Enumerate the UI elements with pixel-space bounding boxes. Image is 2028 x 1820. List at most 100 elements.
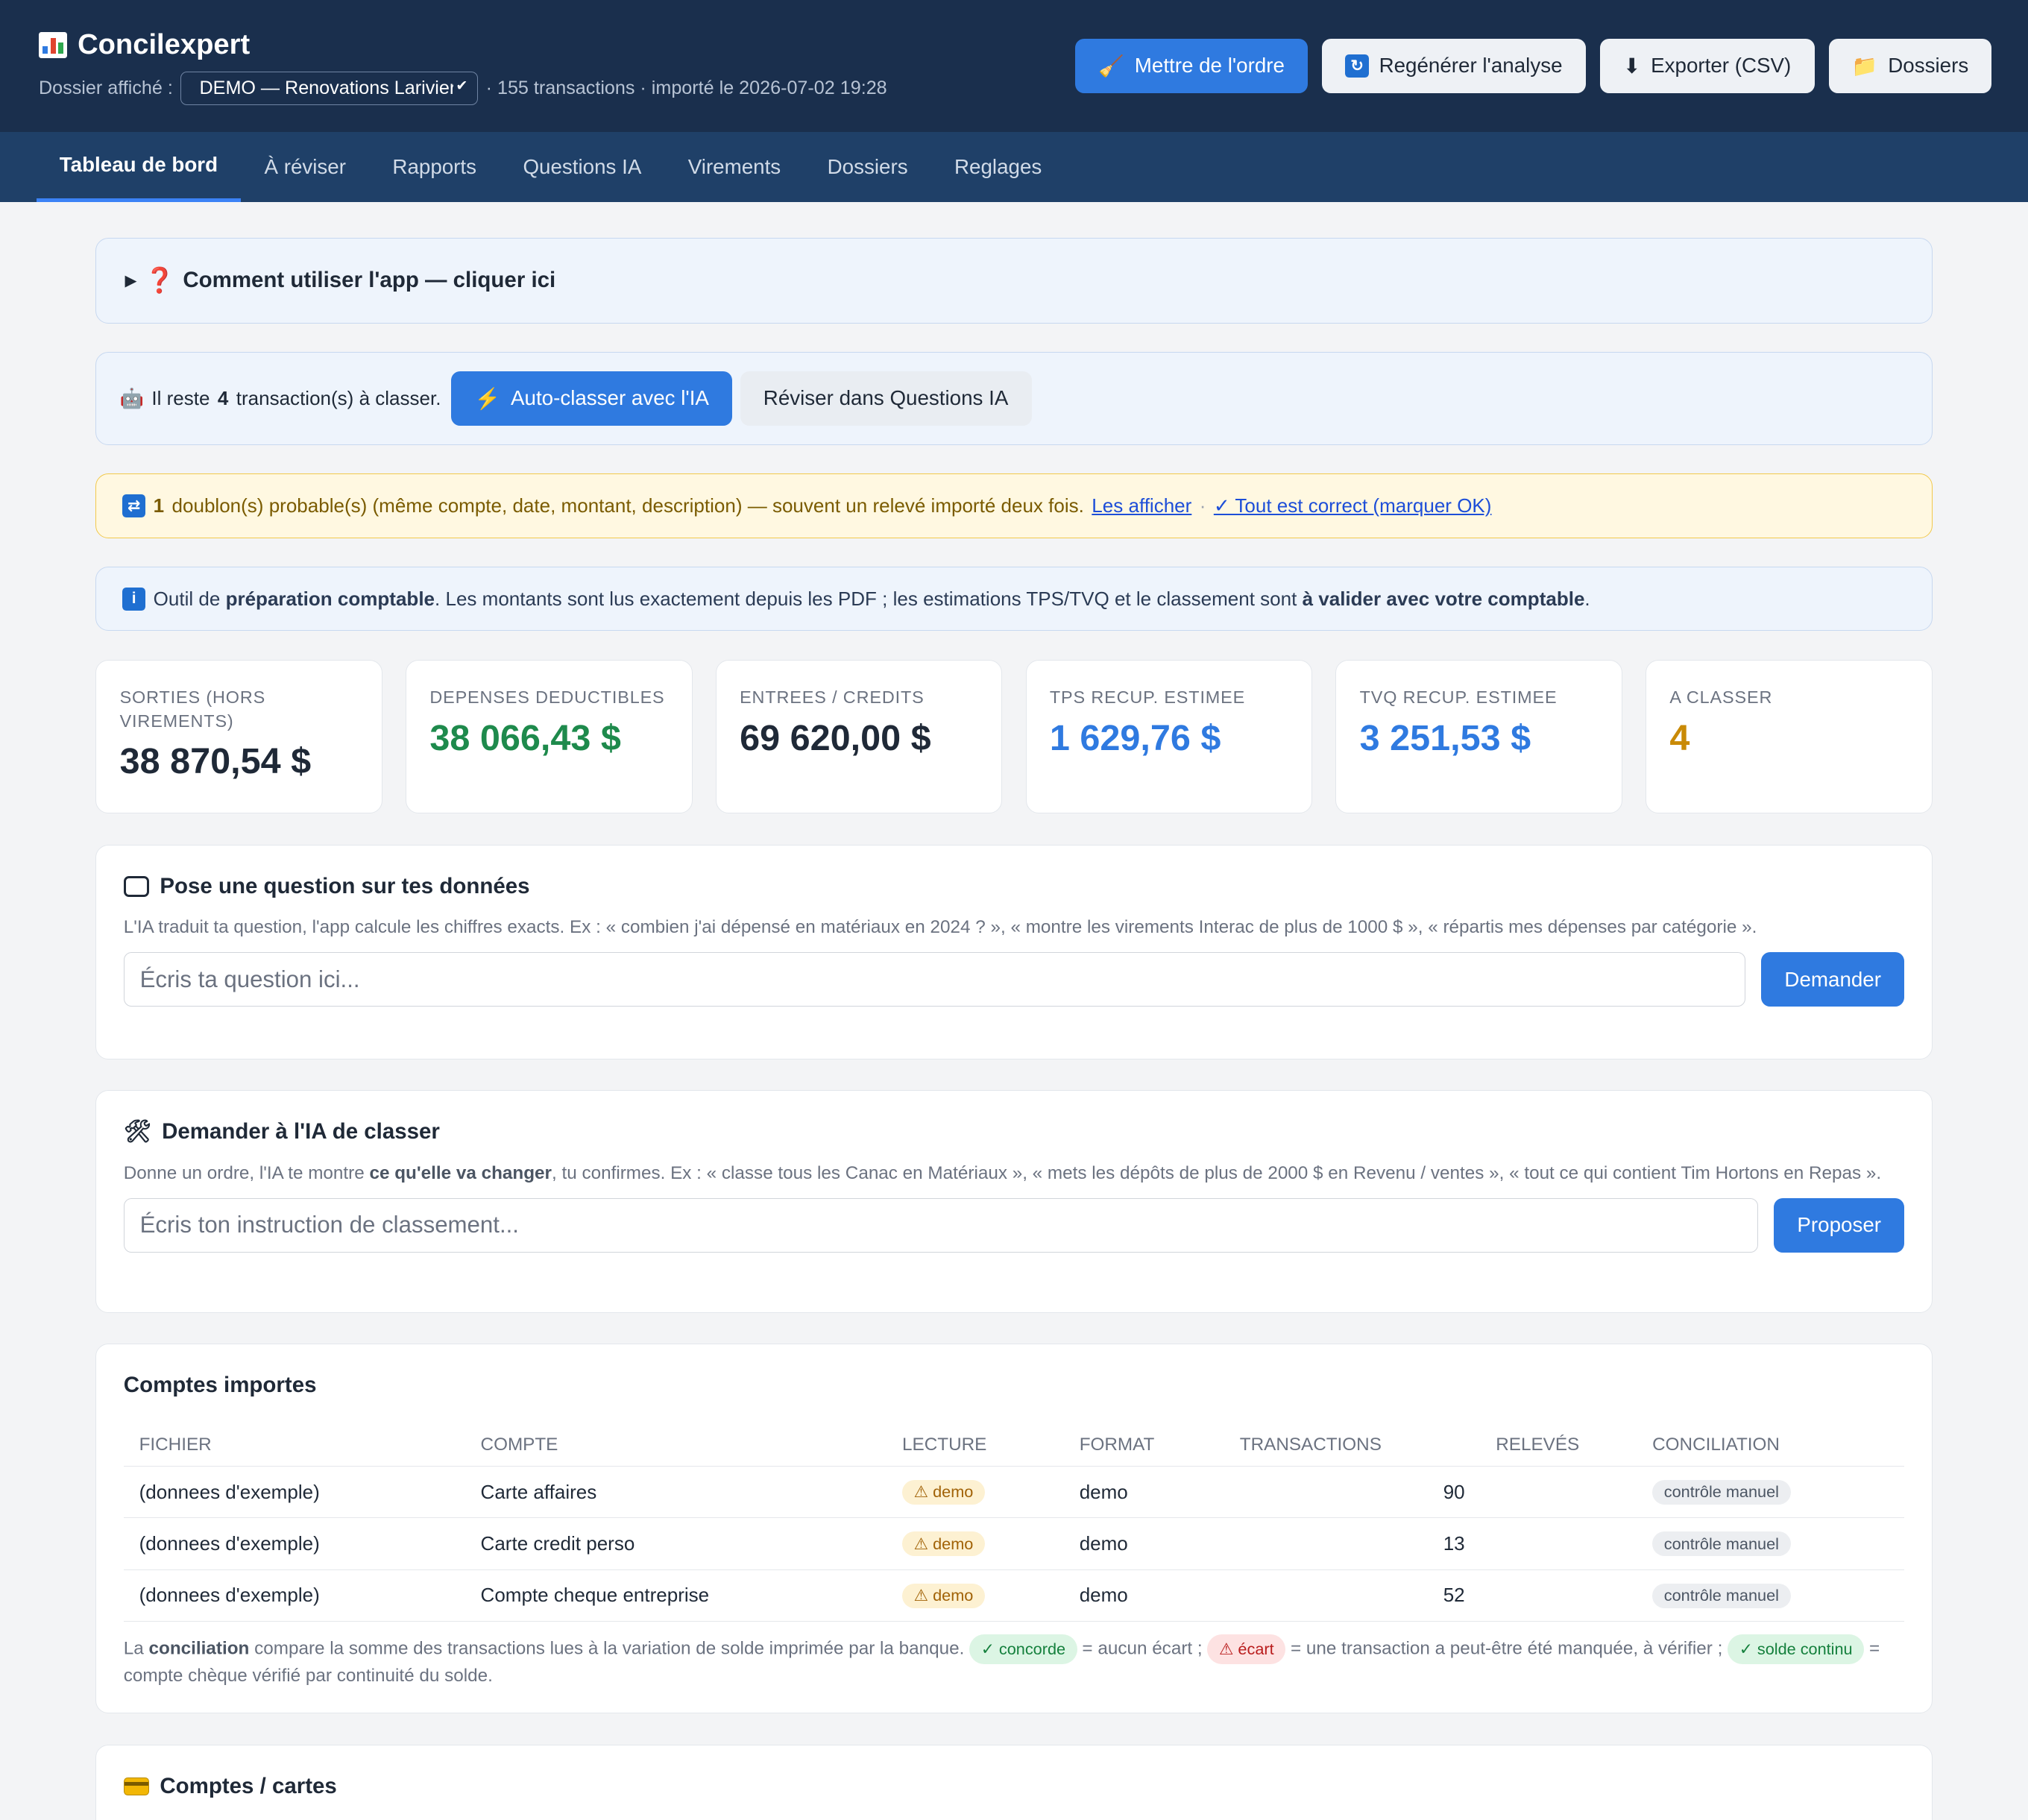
export-button[interactable]: ⬇ Exporter (CSV) <box>1599 39 1815 93</box>
cell-account: Carte credit perso <box>465 1517 887 1570</box>
review-ai-button[interactable]: Réviser dans Questions IA <box>740 371 1032 426</box>
col-transactions: Transactions <box>1224 1424 1481 1467</box>
question-title: Pose une question sur tes données <box>160 873 530 898</box>
broom-icon: 🧹 <box>1098 54 1124 78</box>
cell-format: demo <box>1063 1517 1224 1570</box>
caret-right-icon: ▶ <box>125 271 137 289</box>
show-duplicates-link[interactable]: Les afficher <box>1092 494 1191 517</box>
order-desc: Donne un ordre, l'IA te montre ce qu'ell… <box>124 1163 1904 1184</box>
table-header-row: Fichier Compte Lecture Format Transactio… <box>123 1424 1905 1467</box>
cell-transactions: 52 <box>1224 1569 1481 1622</box>
app-title: Concilexpert <box>78 28 251 61</box>
note-part-2: compare la somme des transactions lues à… <box>254 1638 965 1659</box>
order-input-row: Écris ton instruction de classement... P… <box>123 1197 1905 1253</box>
help-toggle[interactable]: ▶ ❓ Comment utiliser l'app — cliquer ici <box>95 238 1933 324</box>
cell-file: (donnees d'exemple) <box>123 1517 465 1570</box>
cell-read: ⚠ demo <box>887 1517 1064 1570</box>
tidy-label: Mettre de l'ordre <box>1134 54 1285 78</box>
repeat-icon: ⇄ <box>122 494 146 517</box>
accounts-cards-title: Comptes / cartes <box>160 1774 337 1799</box>
order-input[interactable]: Écris ton instruction de classement... <box>123 1197 1759 1253</box>
note-bold: conciliation <box>148 1638 250 1659</box>
read-badge: ⚠ demo <box>902 1583 985 1608</box>
separator-dot: · <box>1199 494 1206 517</box>
refresh-icon: ↻ <box>1345 54 1369 78</box>
classify-banner: 🤖 Il reste 4 transaction(s) à classer. ⚡… <box>95 351 1933 445</box>
top-bar: Concilexpert Dossier affiché : DEMO — Re… <box>0 0 2028 132</box>
info-text: Outil de préparation comptable. Les mont… <box>154 588 1590 611</box>
table-row: (donnees d'exemple) Carte credit perso ⚠… <box>123 1517 1905 1570</box>
read-badge: ⚠ demo <box>902 1531 985 1557</box>
main-content: ▶ ❓ Comment utiliser l'app — cliquer ici… <box>0 202 2028 1820</box>
continuous-badge: ✓ solde continu <box>1728 1634 1865 1665</box>
tab-dashboard[interactable]: Tableau de bord <box>36 132 242 202</box>
gap-badge: ⚠ écart <box>1207 1634 1286 1665</box>
read-badge: ⚠ demo <box>902 1479 985 1505</box>
stat-label: A classer <box>1669 687 1773 708</box>
review-ai-label: Réviser dans Questions IA <box>763 386 1009 410</box>
tab-review[interactable]: À réviser <box>241 132 369 202</box>
question-input[interactable]: Écris ta question ici... <box>123 952 1746 1007</box>
mark-ok-link[interactable]: ✓ Tout est correct (marquer OK) <box>1214 494 1492 517</box>
regenerate-button[interactable]: ↻ Regénérer l'analyse <box>1322 39 1586 93</box>
propose-button[interactable]: Proposer <box>1774 1197 1905 1253</box>
dossier-select[interactable]: DEMO — Renovations Lariviere ✔ <box>180 72 479 105</box>
info-part-1: Outil de <box>153 587 221 610</box>
order-desc-part-2: , tu confirmes. Ex : « classe tous les C… <box>552 1162 1882 1183</box>
info-icon: i <box>122 587 146 611</box>
stat-label: Depenses deductibles <box>429 687 665 708</box>
classify-prefix: Il reste <box>151 386 210 409</box>
credit-card-icon <box>123 1778 150 1796</box>
tab-ai-questions[interactable]: Questions IA <box>500 132 664 202</box>
folders-label: Dossiers <box>1888 54 1969 78</box>
imported-accounts-card: Comptes importes Fichier Compte Lecture … <box>95 1344 1933 1714</box>
stat-card-tps: TPS recup. estimee 1 629,76 $ <box>1025 659 1313 814</box>
folder-icon: 📁 <box>1851 54 1878 78</box>
cell-format: demo <box>1063 1569 1224 1622</box>
tidy-button[interactable]: 🧹 Mettre de l'ordre <box>1075 39 1309 93</box>
question-card: Pose une question sur tes données L'IA t… <box>95 844 1933 1059</box>
dossier-meta: · 155 transactions · importé le 2026-07-… <box>485 77 887 98</box>
stat-card-tvq: TVQ recup. estimee 3 251,53 $ <box>1335 659 1622 814</box>
cell-file: (donnees d'exemple) <box>123 1466 465 1519</box>
order-title-row: 🛠 Demander à l'IA de classer <box>124 1119 1904 1144</box>
header-actions: 🧹 Mettre de l'ordre ↻ Regénérer l'analys… <box>1075 39 1992 93</box>
dossier-row: Dossier affiché : DEMO — Renovations Lar… <box>39 72 887 105</box>
order-desc-part-1: Donne un ordre, l'IA te montre <box>123 1162 365 1183</box>
duplicate-count: 1 <box>153 494 165 517</box>
tab-settings[interactable]: Reglages <box>931 132 1065 202</box>
classify-count: 4 <box>217 386 229 409</box>
col-format: Format <box>1063 1424 1224 1467</box>
folders-button[interactable]: 📁 Dossiers <box>1828 39 1992 93</box>
tab-reports[interactable]: Rapports <box>369 132 500 202</box>
stat-card-to-classify: A classer 4 <box>1646 659 1933 814</box>
ask-button[interactable]: Demander <box>1761 952 1905 1007</box>
col-file: Fichier <box>123 1424 465 1467</box>
lightning-icon: ⚡ <box>474 386 501 410</box>
stat-value: 69 620,00 $ <box>740 717 931 758</box>
tab-transfers[interactable]: Virements <box>665 132 804 202</box>
auto-classify-button[interactable]: ⚡ Auto-classer avec l'IA <box>451 371 733 426</box>
classify-suffix: transaction(s) à classer. <box>236 386 441 409</box>
col-read: Lecture <box>887 1424 1064 1467</box>
stat-label: TPS recup. estimee <box>1049 687 1246 708</box>
cell-file: (donnees d'exemple) <box>123 1569 465 1622</box>
stat-value: 38 870,54 $ <box>119 741 312 782</box>
info-bold-2: à valider avec votre comptable <box>1302 587 1585 610</box>
bar-chart-icon <box>39 31 68 58</box>
cell-reconciliation: contrôle manuel <box>1637 1569 1905 1622</box>
order-card: 🛠 Demander à l'IA de classer Donne un or… <box>95 1090 1933 1313</box>
accounts-cards-card: Comptes / cartes <box>95 1744 1933 1820</box>
robot-icon: 🤖 <box>119 386 144 409</box>
tab-folders[interactable]: Dossiers <box>804 132 930 202</box>
note-part-4: = une transaction a peut-être été manqué… <box>1290 1638 1723 1659</box>
question-mark-icon: ❓ <box>144 265 175 294</box>
table-row: (donnees d'exemple) Compte cheque entrep… <box>123 1569 1905 1622</box>
brand-block: Concilexpert Dossier affiché : DEMO — Re… <box>39 28 887 105</box>
stat-card-inflows: Entrees / credits 69 620,00 $ <box>715 659 1003 814</box>
reconciliation-badge: contrôle manuel <box>1652 1583 1791 1608</box>
auto-classify-label: Auto-classer avec l'IA <box>511 386 709 410</box>
stat-card-deductible: Depenses deductibles 38 066,43 $ <box>406 659 693 814</box>
help-text: Comment utiliser l'app — cliquer ici <box>183 268 556 293</box>
cell-reconciliation: contrôle manuel <box>1637 1466 1905 1519</box>
